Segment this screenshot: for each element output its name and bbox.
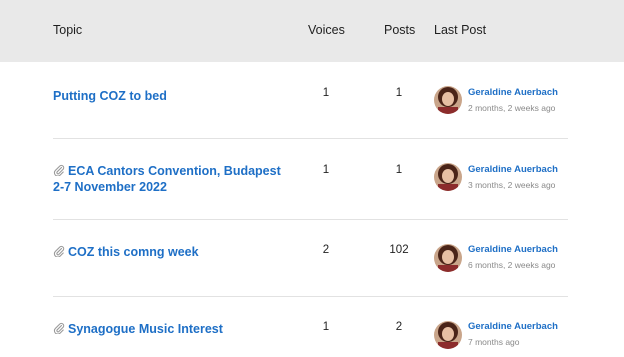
table-row: COZ this comng week 2 102 Geraldine Auer… (0, 220, 624, 297)
table-header: Topic Voices Posts Last Post (0, 0, 624, 62)
last-post-time: 3 months, 2 weeks ago (468, 180, 556, 190)
topic-link[interactable]: Putting COZ to bed (53, 88, 283, 104)
topic-link[interactable]: COZ this comng week (53, 244, 283, 260)
column-header-posts: Posts (384, 23, 416, 37)
voices-count: 1 (322, 321, 330, 333)
last-post-time: 2 months, 2 weeks ago (468, 103, 556, 113)
last-post-time: 6 months, 2 weeks ago (468, 260, 556, 270)
last-post-author-link[interactable]: Geraldine Auerbach (468, 87, 558, 98)
column-header-topic: Topic (53, 23, 83, 37)
last-post-author-link[interactable]: Geraldine Auerbach (468, 164, 558, 175)
table-row: Synagogue Music Interest 1 2 Geraldine A… (0, 297, 624, 357)
topic-title: Synagogue Music Interest (68, 322, 223, 336)
voices-count: 2 (322, 244, 330, 256)
last-post-time: 7 months ago (468, 337, 520, 347)
topic-title: ECA Cantors Convention, Budapest 2-7 Nov… (53, 164, 281, 194)
voices-count: 1 (322, 164, 330, 176)
user-avatar[interactable] (434, 163, 462, 191)
topic-title: COZ this comng week (68, 245, 199, 259)
topic-link[interactable]: Synagogue Music Interest (53, 321, 283, 337)
column-header-last-post: Last Post (434, 23, 487, 37)
column-header-voices: Voices (308, 23, 345, 37)
table-row: Putting COZ to bed 1 1 Geraldine Auerbac… (0, 62, 624, 139)
posts-count: 1 (395, 87, 403, 99)
posts-count: 1 (395, 164, 403, 176)
table-row: ECA Cantors Convention, Budapest 2-7 Nov… (0, 139, 624, 220)
paperclip-icon (53, 164, 65, 177)
user-avatar[interactable] (434, 321, 462, 349)
paperclip-icon (53, 322, 65, 335)
posts-count: 102 (389, 244, 409, 256)
user-avatar[interactable] (434, 86, 462, 114)
last-post-author-link[interactable]: Geraldine Auerbach (468, 244, 558, 255)
posts-count: 2 (395, 321, 403, 333)
user-avatar[interactable] (434, 244, 462, 272)
voices-count: 1 (322, 87, 330, 99)
paperclip-icon (53, 245, 65, 258)
last-post-author-link[interactable]: Geraldine Auerbach (468, 321, 558, 332)
topic-title: Putting COZ to bed (53, 89, 167, 103)
topic-link[interactable]: ECA Cantors Convention, Budapest 2-7 Nov… (53, 163, 283, 195)
